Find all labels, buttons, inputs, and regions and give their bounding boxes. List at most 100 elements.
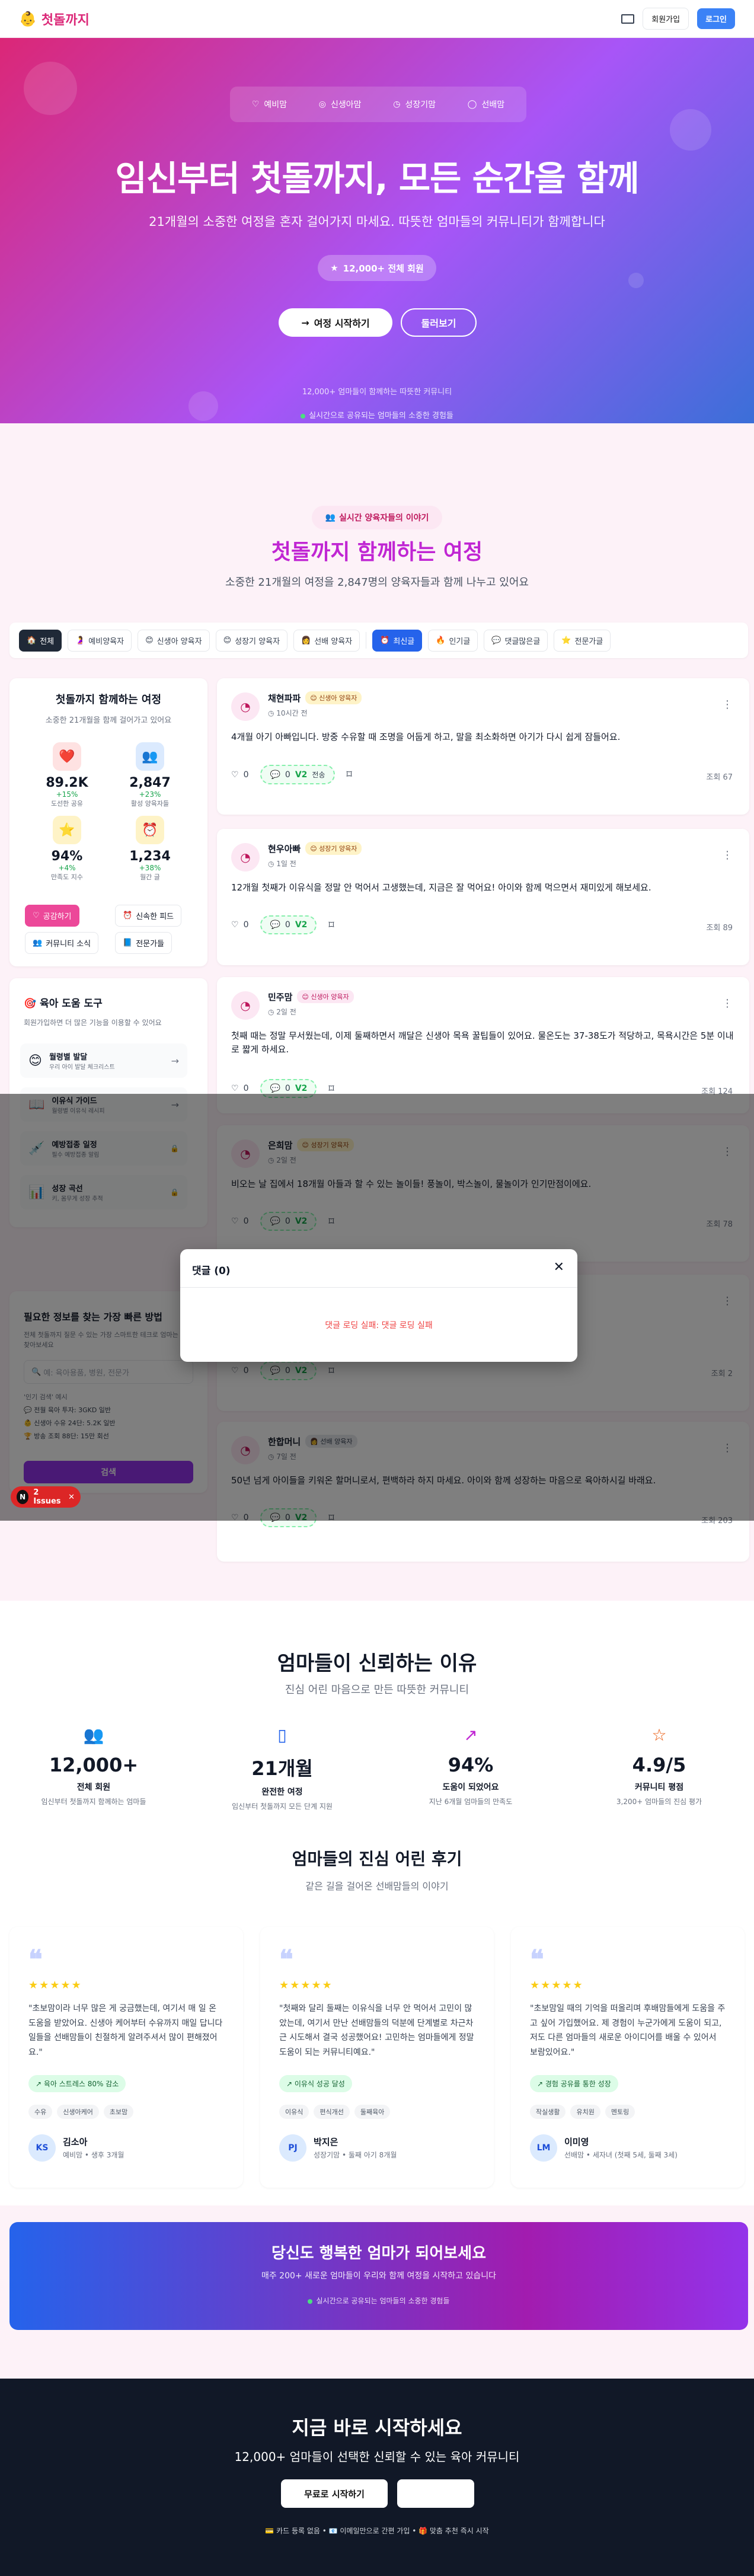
heart-icon: ♡ (231, 1084, 239, 1093)
start-journey-button[interactable]: → 여정 시작하기 (279, 308, 392, 337)
logo[interactable]: 👶 첫돌까지 (19, 9, 90, 28)
more-vertical-icon[interactable]: ⋮ (722, 698, 733, 711)
trust-stat: ↗ 94% 도움이 되었어요 지난 6개월 엄마들의 만족도 (394, 1725, 548, 1806)
quote-icon: ❝ (530, 1945, 544, 1975)
close-icon[interactable]: ✕ (68, 1493, 75, 1502)
filter-chip[interactable]: 🤰 예비양육자 (68, 629, 132, 652)
more-vertical-icon[interactable]: ⋮ (722, 997, 733, 1010)
clock-icon: ◷ (268, 1008, 277, 1016)
stat-icon: ⏰ (136, 816, 164, 844)
like-button[interactable]: ♡0 (231, 1084, 248, 1093)
comment-count: 0 (285, 770, 290, 780)
filter-label: 선배 양육자 (314, 637, 353, 646)
trust-subtitle: 진심 어린 마음으로 만든 따뜻한 커뮤니티 (285, 1684, 469, 1696)
post-card[interactable]: ◔ 민주맘 😊 신생아 양육자 ◷ 2일 전 ⋮ 첫째 때는 정말 무서웠는데, 이제 둘… (217, 977, 749, 1113)
sidebar-action-button[interactable]: 📘 전문가들 (115, 932, 172, 954)
review-tag: 멘토링 (605, 2105, 635, 2119)
tool-icon: 😊 (28, 1053, 42, 1068)
close-icon[interactable]: ✕ (554, 1260, 564, 1275)
sidebar-action-button[interactable]: ♡ 공감하기 (25, 905, 79, 927)
button-label: 커뮤니티 소식 (46, 940, 91, 949)
quote-icon: ❝ (279, 1945, 293, 1975)
review-card: ❝ ★★★★★ "첫째와 달리 둘째는 이유식을 너무 안 먹어서 고민이 많았는데… (260, 1927, 494, 2188)
more-vertical-icon[interactable]: ⋮ (722, 849, 733, 861)
trust-value: 12,000+ (49, 1754, 139, 1776)
review-tag: 둘째육아 (354, 2105, 391, 2119)
sidebar-action-button[interactable]: 👥 커뮤니티 소식 (25, 932, 99, 954)
feed-title: 첫돌까지 함께하는 여정 (271, 540, 483, 564)
tab-growing[interactable]: ◷ 성장기맘 (387, 94, 442, 115)
author-name[interactable]: 민주맘 (268, 991, 292, 1003)
post-body: 첫째 때는 정말 무서웠는데, 이제 둘째하면서 깨달은 신생아 목욕 꿀팁들이… (231, 1030, 734, 1055)
tab-newborn[interactable]: ◎ 신생아맘 (313, 94, 368, 115)
tab-senior[interactable]: ◯ 선배맘 (462, 94, 510, 115)
tab-label: 예비맘 (264, 100, 287, 110)
filter-icon: ⭐ (561, 636, 571, 645)
tab-expecting[interactable]: ♡ 예비맘 (246, 94, 293, 115)
trust-value: 94% (448, 1754, 494, 1776)
live-caption-text: 실시간으로 공유되는 엄마들의 소중한 경험들 (309, 411, 453, 420)
member-badge-text: 12,000+ 전체 회원 (343, 263, 424, 274)
rating-stars: ★★★★★ (530, 1979, 584, 1991)
send-label: 전송 (312, 771, 325, 779)
author-name[interactable]: 채현파파 (268, 692, 301, 704)
like-button[interactable]: ♡0 (231, 770, 248, 780)
review-card: ❝ ★★★★★ "초보맘일 때의 기억을 떠올리며 후배맘들에게 도움을 주고 싶어… (511, 1927, 745, 2188)
bookmark-icon[interactable]: ⌑ (347, 768, 352, 781)
clock-icon: ◷ (393, 100, 401, 109)
register-button[interactable]: 회원가입 (643, 8, 689, 30)
login-button[interactable]: 로그인 (697, 8, 735, 29)
author-name[interactable]: 현우아빠 (268, 842, 301, 855)
button-icon: 📘 (123, 939, 133, 947)
filter-chip[interactable]: ⭐ 전문가글 (554, 629, 611, 652)
tool-item[interactable]: 😊 월령별 발달 우리 아이 발달 체크리스트 → (20, 1043, 187, 1078)
trust-icon: 👥 (83, 1725, 104, 1745)
trust-icon: ☆ (651, 1725, 667, 1745)
decor-circle (24, 62, 77, 115)
stat-change: +38% (139, 864, 161, 872)
issues-badge[interactable]: N 2 Issues ✕ (11, 1486, 81, 1508)
view-count: 조회 67 (706, 773, 733, 782)
browse-button[interactable]: 둘러보기 (401, 308, 477, 337)
filter-icon: 👩 (301, 636, 311, 645)
filter-chip[interactable]: 🏠 전체 (19, 629, 62, 652)
cta-subtitle: 매주 200+ 새로운 엄마들이 우리와 함께 여정을 시작하고 있습니다 (261, 2271, 497, 2281)
trust-stat: ☆ 4.9/5 커뮤니티 평점 3,200+ 엄마들의 진심 평가 (582, 1725, 736, 1806)
bookmark-icon[interactable]: ⌑ (328, 1083, 334, 1095)
comment-button[interactable]: 💬 0 V2 전송 (260, 765, 335, 784)
avatar: PJ (279, 2134, 306, 2162)
comment-button[interactable]: 💬 0 V2 (260, 915, 317, 934)
post-card[interactable]: ◔ 채현파파 😊 신생아 양육자 ◷ 10시간 전 ⋮ 4개월 아기 아빠입니다. 방중 … (217, 678, 749, 815)
stat-item: 👥 2,847 +23% 활성 양육자들 (108, 742, 191, 808)
filter-chip[interactable]: 😊 성장기 양육자 (215, 629, 288, 652)
avatar: LM (530, 2134, 557, 2162)
cta-live-text: 실시간으로 공유되는 엄마들의 소중한 경험들 (316, 2297, 450, 2305)
modal-divider (180, 1287, 577, 1288)
hero-live-caption: 실시간으로 공유되는 엄마들의 소중한 경험들 (0, 409, 754, 420)
sidebar-action-button[interactable]: ⏰ 신속한 피드 (115, 905, 182, 927)
cta-banner: 당신도 행복한 엄마가 되어보세요 매주 200+ 새로운 엄마들이 우리와 함… (9, 2222, 748, 2330)
review-tags: 작실생활 유치원 멘토링 (530, 2105, 635, 2119)
bookmark-icon[interactable]: ⌑ (328, 919, 334, 931)
filter-chip[interactable]: 😊 신생아 양육자 (138, 629, 210, 652)
trust-icon: ▯ (277, 1725, 287, 1745)
trust-desc: 3,200+ 엄마들의 진심 평가 (616, 1798, 702, 1806)
like-button[interactable]: ♡0 (231, 920, 248, 930)
free-start-button[interactable]: 무료로 시작하기 (281, 2479, 388, 2508)
filter-chip[interactable]: ⏰ 최신글 (372, 629, 423, 652)
filter-chip[interactable]: 👩 선배 양육자 (293, 629, 360, 652)
users-icon: 👥 (325, 513, 336, 522)
button-icon: ♡ (33, 911, 40, 920)
live-dot-icon (301, 413, 306, 419)
reviewer-name: 이미영 (564, 2137, 589, 2147)
secondary-footer-button[interactable] (397, 2479, 474, 2508)
hero-subtitle: 21개월의 소중한 여정을 혼자 걸어가지 마세요. 따뜻한 엄마들의 커뮤니티… (149, 215, 605, 229)
monitor-icon[interactable] (621, 14, 635, 24)
post-time-text: 1일 전 (276, 860, 296, 868)
stat-value: 2,847 (129, 775, 171, 790)
filter-chip[interactable]: 💬 댓글많은글 (484, 629, 548, 652)
post-card[interactable]: ◔ 현우아빠 😊 성장기 양육자 ◷ 1일 전 ⋮ 12개월 첫째가 이유식을 정말 안 … (217, 829, 749, 965)
trust-label: 완전한 여정 (261, 1787, 303, 1797)
filter-chip[interactable]: 🔥 인기글 (428, 629, 478, 652)
view-count: 조회 89 (706, 924, 733, 933)
